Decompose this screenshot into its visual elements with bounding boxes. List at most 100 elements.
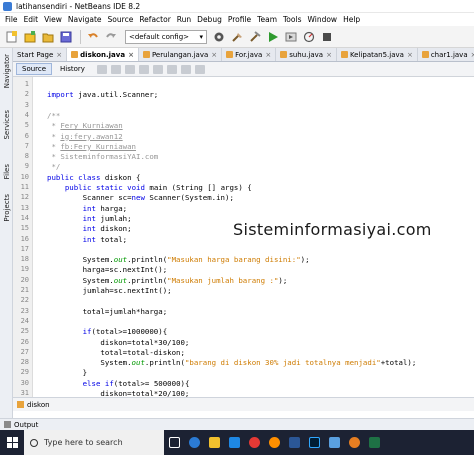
code-line[interactable]: if(total>=1000000){ bbox=[47, 327, 168, 337]
output-panel-tab[interactable]: Output bbox=[0, 418, 474, 430]
code-line[interactable]: int harga; bbox=[47, 204, 128, 214]
tab-perulangan-java[interactable]: Perulangan.java × bbox=[138, 48, 223, 61]
code-line[interactable]: * SisteminformasiYAI.com bbox=[47, 152, 158, 162]
code-line[interactable]: total=jumlah*harga; bbox=[47, 307, 168, 317]
close-icon[interactable]: × bbox=[211, 51, 217, 59]
photoshop-icon[interactable] bbox=[304, 430, 324, 455]
services-panel-tab[interactable]: Services bbox=[1, 110, 12, 140]
tab-start-page[interactable]: Start Page × bbox=[13, 48, 68, 61]
code-line[interactable]: harga=sc.nextInt(); bbox=[47, 265, 168, 275]
projects-panel-tab[interactable]: Projects bbox=[1, 194, 12, 222]
new-project-icon[interactable] bbox=[22, 29, 37, 44]
code-line[interactable]: import java.util.Scanner; bbox=[47, 90, 158, 100]
find-icon[interactable] bbox=[124, 64, 135, 74]
code-line[interactable]: public static void main (String [] args)… bbox=[47, 183, 252, 193]
netbeans-taskbar-icon[interactable] bbox=[324, 430, 344, 455]
configuration-select[interactable]: <default config> ▾ bbox=[125, 29, 207, 44]
menu-file[interactable]: File bbox=[2, 15, 21, 24]
toolbar-separator bbox=[80, 29, 81, 44]
code-line[interactable]: System.out.println("Masukan jumlah baran… bbox=[47, 276, 288, 286]
code-line[interactable]: * ig:fery.awan12 bbox=[47, 132, 122, 142]
menu-tools[interactable]: Tools bbox=[280, 15, 304, 24]
tab-for-java[interactable]: For.java × bbox=[222, 48, 277, 61]
tab-char1-java[interactable]: char1.java × bbox=[417, 48, 474, 61]
menu-view[interactable]: View bbox=[41, 15, 65, 24]
undo-icon[interactable] bbox=[85, 29, 100, 44]
close-icon[interactable]: × bbox=[56, 51, 62, 59]
toggle-bookmark-icon[interactable] bbox=[138, 64, 149, 74]
code-line[interactable]: Scanner sc=new Scanner(System.in); bbox=[47, 193, 234, 203]
history-tab[interactable]: History bbox=[54, 63, 91, 75]
open-project-icon[interactable] bbox=[40, 29, 55, 44]
menu-navigate[interactable]: Navigate bbox=[65, 15, 105, 24]
close-icon[interactable]: × bbox=[471, 51, 474, 59]
back-icon[interactable] bbox=[96, 64, 107, 74]
code-line[interactable]: * Fery Kurniawan bbox=[47, 121, 122, 131]
files-panel-tab[interactable]: Files bbox=[1, 164, 12, 179]
menu-profile[interactable]: Profile bbox=[225, 15, 254, 24]
menu-source[interactable]: Source bbox=[105, 15, 137, 24]
line-number: 24 bbox=[20, 316, 29, 325]
close-icon[interactable]: × bbox=[128, 51, 134, 59]
config-gear-icon[interactable] bbox=[211, 29, 226, 44]
code-line[interactable]: */ bbox=[47, 162, 60, 172]
new-file-icon[interactable] bbox=[4, 29, 19, 44]
file-explorer-icon[interactable] bbox=[204, 430, 224, 455]
windows-start-icon[interactable] bbox=[0, 430, 24, 455]
code-line[interactable]: * fb:Fery Kurniawan bbox=[47, 142, 136, 152]
uncomment-icon[interactable] bbox=[194, 64, 205, 74]
media-player-icon[interactable] bbox=[344, 430, 364, 455]
menu-help[interactable]: Help bbox=[340, 15, 363, 24]
excel-icon[interactable] bbox=[364, 430, 384, 455]
code-line[interactable]: else if(total>= 500000){ bbox=[47, 379, 190, 389]
tab-diskon-java[interactable]: diskon.java × bbox=[67, 48, 139, 61]
firefox-icon[interactable] bbox=[264, 430, 284, 455]
run-icon[interactable] bbox=[265, 29, 280, 44]
tab-suhu-java[interactable]: suhu.java × bbox=[276, 48, 337, 61]
code-line[interactable]: int diskon; bbox=[47, 224, 132, 234]
taskbar-search-box[interactable]: Type here to search bbox=[24, 430, 164, 455]
task-view-icon[interactable] bbox=[164, 430, 184, 455]
breadcrumb-class[interactable]: diskon bbox=[27, 401, 50, 409]
close-icon[interactable]: × bbox=[407, 51, 413, 59]
comment-icon[interactable] bbox=[180, 64, 191, 74]
code-line[interactable]: System.out.println("Masukan harga barang… bbox=[47, 255, 310, 265]
word-icon[interactable] bbox=[284, 430, 304, 455]
code-line[interactable]: jumlah=sc.nextInt(); bbox=[47, 286, 172, 296]
build-icon[interactable] bbox=[247, 29, 262, 44]
line-number: 31 bbox=[20, 389, 29, 397]
code-line[interactable]: } bbox=[47, 368, 87, 378]
line-number: 27 bbox=[20, 347, 29, 356]
debug-icon[interactable] bbox=[283, 29, 298, 44]
code-line[interactable]: int total; bbox=[47, 235, 128, 245]
code-line[interactable]: total=total-diskon; bbox=[47, 348, 185, 358]
close-icon[interactable]: × bbox=[326, 51, 332, 59]
edge-icon[interactable] bbox=[184, 430, 204, 455]
menu-team[interactable]: Team bbox=[254, 15, 280, 24]
code-line[interactable]: diskon=total*20/100; bbox=[47, 389, 189, 397]
code-line[interactable]: int jumlah; bbox=[47, 214, 132, 224]
close-icon[interactable]: × bbox=[265, 51, 271, 59]
menu-window[interactable]: Window bbox=[304, 15, 340, 24]
shift-right-icon[interactable] bbox=[166, 64, 177, 74]
menu-debug[interactable]: Debug bbox=[194, 15, 225, 24]
menu-run[interactable]: Run bbox=[174, 15, 194, 24]
code-line[interactable]: /** bbox=[47, 111, 60, 121]
store-icon[interactable] bbox=[224, 430, 244, 455]
save-all-icon[interactable] bbox=[58, 29, 73, 44]
shift-left-icon[interactable] bbox=[152, 64, 163, 74]
clean-build-icon[interactable] bbox=[229, 29, 244, 44]
navigator-panel-tab[interactable]: Navigator bbox=[1, 54, 12, 88]
source-tab[interactable]: Source bbox=[16, 63, 53, 75]
redo-icon[interactable] bbox=[103, 29, 118, 44]
code-line[interactable]: public class diskon { bbox=[47, 173, 140, 183]
code-line[interactable]: System.out.println("barang di diskon 30%… bbox=[47, 358, 416, 368]
tab-kelipatan5-java[interactable]: Kelipatan5.java × bbox=[336, 48, 418, 61]
code-line[interactable]: diskon=total*30/100; bbox=[47, 338, 189, 348]
forward-icon[interactable] bbox=[110, 64, 121, 74]
menu-refactor[interactable]: Refactor bbox=[136, 15, 173, 24]
attach-debugger-icon[interactable] bbox=[319, 29, 334, 44]
chrome-icon[interactable] bbox=[244, 430, 264, 455]
menu-edit[interactable]: Edit bbox=[21, 15, 42, 24]
profile-icon[interactable] bbox=[301, 29, 316, 44]
